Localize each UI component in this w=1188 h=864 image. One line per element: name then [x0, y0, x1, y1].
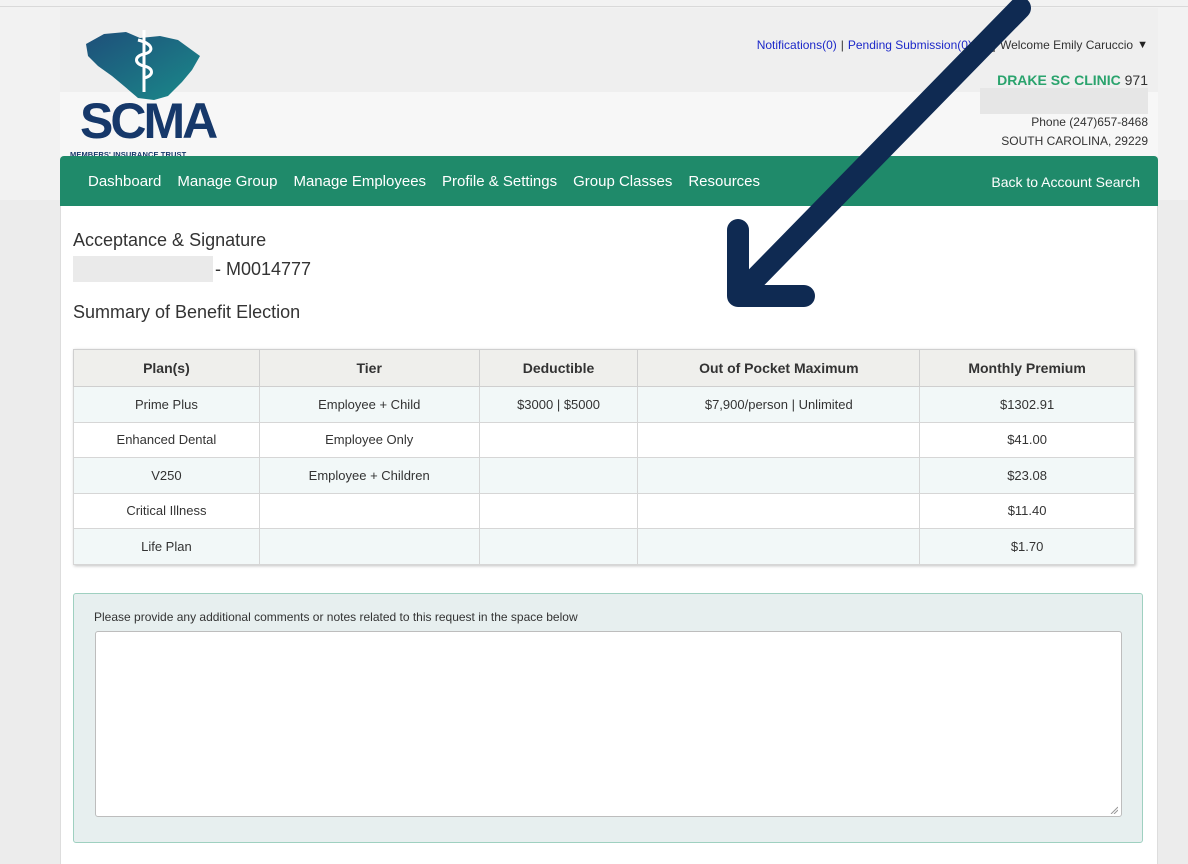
- table-row: V250 Employee + Children $23.08: [73, 457, 1135, 494]
- member-row: - M0014777: [73, 256, 311, 282]
- summary-title: Summary of Benefit Election: [73, 302, 301, 322]
- cell-plan: Prime Plus: [73, 386, 260, 423]
- resize-handle-icon[interactable]: [1110, 806, 1118, 814]
- redacted-name: [73, 256, 213, 282]
- cell-oop-max: [637, 492, 921, 529]
- cell-premium: $41.00: [919, 421, 1135, 458]
- link-separator: |: [840, 38, 844, 52]
- cell-plan: Critical Illness: [73, 492, 260, 529]
- cell-deductible: [478, 528, 639, 565]
- back-to-account-search-link[interactable]: Back to Account Search: [991, 174, 1140, 190]
- col-header-deductible: Deductible: [478, 349, 639, 387]
- member-id: - M0014777: [215, 258, 312, 279]
- page-title: Acceptance & Signature: [73, 230, 267, 250]
- cell-tier: [258, 528, 480, 565]
- cell-plan: Enhanced Dental: [73, 421, 260, 458]
- state-map-icon: [86, 30, 200, 100]
- nav-manage-employees[interactable]: Manage Employees: [293, 173, 426, 190]
- nav-manage-group[interactable]: Manage Group: [177, 173, 277, 190]
- clinic-phone: Phone (247)657-8468: [1031, 115, 1148, 129]
- user-icon: [982, 38, 996, 52]
- table-row: Enhanced Dental Employee Only $41.00: [73, 421, 1135, 458]
- cell-premium: $1.70: [919, 528, 1135, 565]
- table-row: Critical Illness $11.40: [73, 492, 1135, 529]
- user-bar: Notifications(0) | Pending Submission(0)…: [757, 38, 1148, 52]
- main-nav: Dashboard Manage Group Manage Employees …: [60, 156, 1158, 206]
- logo-wordmark: SCMA: [80, 93, 218, 149]
- clinic-name: DRAKE SC CLINIC 971: [997, 72, 1148, 88]
- cell-oop-max: $7,900/person | Unlimited: [637, 386, 921, 423]
- cell-oop-max: [637, 528, 921, 565]
- cell-oop-max: [637, 421, 921, 458]
- cell-premium: $11.40: [919, 492, 1135, 529]
- nav-profile-settings[interactable]: Profile & Settings: [442, 173, 557, 190]
- cell-plan: V250: [73, 457, 260, 494]
- col-header-oop-max: Out of Pocket Maximum: [637, 349, 921, 387]
- clinic-title: DRAKE SC CLINIC: [997, 72, 1121, 88]
- cell-premium: $1302.91: [919, 386, 1135, 423]
- col-header-monthly-premium: Monthly Premium: [919, 349, 1135, 387]
- notifications-link[interactable]: Notifications(0): [757, 38, 837, 52]
- clinic-number: 971: [1124, 72, 1148, 88]
- main-content: Acceptance & Signature - M0014777 Summar…: [60, 206, 1158, 864]
- pending-submission-link[interactable]: Pending Submission(0): [848, 38, 972, 52]
- clinic-address: SOUTH CAROLINA, 29229: [1001, 134, 1148, 148]
- nav-items: Dashboard Manage Group Manage Employees …: [88, 173, 760, 190]
- col-header-plans: Plan(s): [73, 349, 260, 387]
- comments-panel: Please provide any additional comments o…: [73, 593, 1143, 843]
- redacted-block: [980, 88, 1148, 114]
- header: SCMA MEMBERS' INSURANCE TRUST Notificati…: [60, 8, 1158, 159]
- cell-oop-max: [637, 457, 921, 494]
- cell-tier: [258, 492, 480, 529]
- cell-tier: Employee + Children: [258, 457, 480, 494]
- table-header-row: Plan(s) Tier Deductible Out of Pocket Ma…: [73, 349, 1135, 387]
- benefit-summary-table: Plan(s) Tier Deductible Out of Pocket Ma…: [73, 349, 1135, 565]
- cell-deductible: [478, 421, 639, 458]
- table-row: Life Plan $1.70: [73, 528, 1135, 565]
- table-row: Prime Plus Employee + Child $3000 | $500…: [73, 386, 1135, 423]
- cell-tier: Employee + Child: [258, 386, 480, 423]
- cell-premium: $23.08: [919, 457, 1135, 494]
- nav-group-classes[interactable]: Group Classes: [573, 173, 672, 190]
- nav-resources[interactable]: Resources: [688, 173, 760, 190]
- cell-deductible: [478, 457, 639, 494]
- cell-deductible: $3000 | $5000: [478, 386, 639, 423]
- top-divider: [0, 6, 1188, 7]
- cell-plan: Life Plan: [73, 528, 260, 565]
- chevron-down-icon[interactable]: ▼: [1137, 39, 1148, 51]
- cell-deductible: [478, 492, 639, 529]
- comments-label: Please provide any additional comments o…: [94, 610, 578, 624]
- col-header-tier: Tier: [258, 349, 480, 387]
- scma-logo[interactable]: SCMA MEMBERS' INSURANCE TRUST: [68, 22, 218, 159]
- nav-dashboard[interactable]: Dashboard: [88, 173, 161, 190]
- welcome-user[interactable]: Welcome Emily Caruccio: [1000, 38, 1133, 52]
- cell-tier: Employee Only: [258, 421, 480, 458]
- comments-textarea[interactable]: [95, 631, 1122, 817]
